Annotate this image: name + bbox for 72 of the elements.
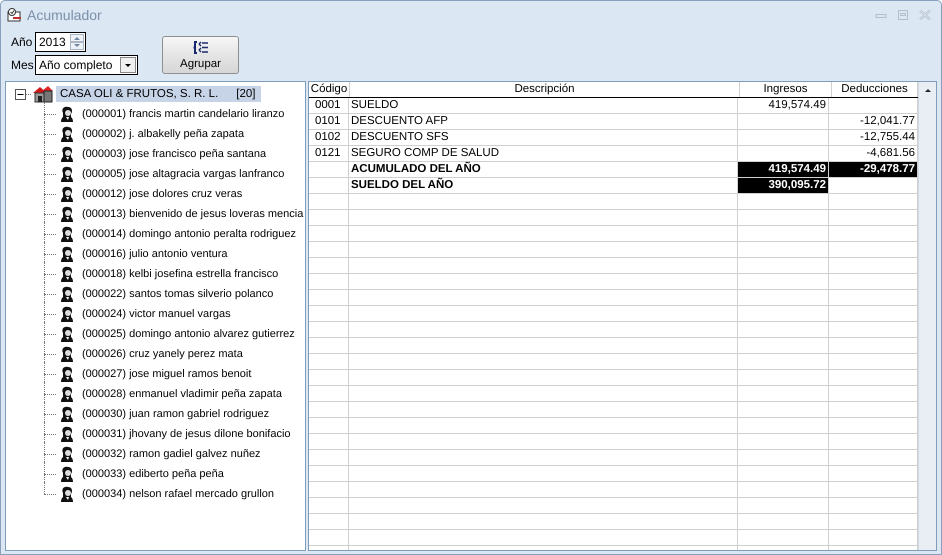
- building-icon: [32, 85, 54, 103]
- table-cell: -29,478.77: [829, 162, 918, 178]
- tree-item[interactable]: (000034) nelson rafael mercado grullon: [80, 487, 276, 501]
- year-label: Año: [11, 35, 31, 49]
- table-cell: 419,574.49: [738, 98, 829, 114]
- person-icon: [60, 106, 74, 122]
- table-cell: SEGURO COMP DE SALUD: [349, 146, 738, 162]
- tree-root-item[interactable]: CASA OLI & FRUTOS, S. R. L. [20]: [56, 86, 262, 102]
- table-cell: 0101: [309, 114, 349, 130]
- collapse-icon[interactable]: [15, 88, 26, 100]
- empty-cell: [309, 178, 349, 194]
- person-icon: [60, 486, 74, 502]
- window-title: Acumulador: [27, 7, 102, 23]
- tree-item[interactable]: (000003) jose francisco peña santana: [80, 147, 268, 161]
- app-icon: [7, 8, 23, 22]
- column-header[interactable]: Descripción: [350, 82, 740, 97]
- tree-item[interactable]: (000013) bienvenido de jesus loveras mencia: [80, 207, 306, 221]
- column-header[interactable]: Ingresos: [740, 82, 832, 97]
- tree-item[interactable]: (000005) jose altagracia vargas lanfranco: [80, 167, 286, 181]
- tree-item[interactable]: (000027) jose miguel ramos benoit: [80, 367, 254, 381]
- tree-item[interactable]: (000016) julio antonio ventura: [80, 247, 230, 261]
- person-icon: [60, 346, 74, 362]
- tree-item[interactable]: (000026) cruz yanely perez mata: [80, 347, 245, 361]
- person-icon: [60, 386, 74, 402]
- person-icon: [60, 206, 74, 222]
- person-icon: [60, 226, 74, 242]
- table-cell: 0121: [309, 146, 349, 162]
- tree-item[interactable]: (000031) jhovany de jesus dilone bonifacio: [80, 427, 293, 441]
- month-dropdown[interactable]: Año completo: [35, 55, 138, 75]
- person-icon: [60, 146, 74, 162]
- tree-item[interactable]: (000033) ediberto peña peña: [80, 467, 226, 481]
- tree-item[interactable]: (000002) j. albakelly peña zapata: [80, 127, 246, 141]
- tree-item[interactable]: (000025) domingo antonio alvarez gutierrez: [80, 327, 297, 341]
- tree-item[interactable]: (000022) santos tomas silverio polanco: [80, 287, 276, 301]
- tree-item[interactable]: (000018) kelbi josefina estrella francisco: [80, 267, 280, 281]
- person-icon: [60, 306, 74, 322]
- person-icon: [60, 406, 74, 422]
- person-icon: [60, 266, 74, 282]
- person-icon: [60, 426, 74, 442]
- table-cell: SUELDO DEL AÑO: [349, 178, 738, 194]
- column-header[interactable]: Código: [309, 82, 350, 97]
- table-cell: 390,095.72: [738, 178, 829, 194]
- tree-item[interactable]: (000012) jose dolores cruz veras: [80, 187, 244, 201]
- tree-item[interactable]: (000030) juan ramon gabriel rodriguez: [80, 407, 272, 421]
- tree-item[interactable]: (000024) victor manuel vargas: [80, 307, 233, 321]
- table-cell: 419,574.49: [738, 162, 829, 178]
- person-icon: [60, 326, 74, 342]
- person-icon: [60, 446, 74, 462]
- person-icon: [60, 466, 74, 482]
- person-icon: [60, 286, 74, 302]
- grouping-icon: [192, 40, 208, 54]
- person-icon: [60, 366, 74, 382]
- tree-item[interactable]: (000032) ramon gadiel galvez nuñez: [80, 447, 263, 461]
- year-spinner[interactable]: 2013: [35, 32, 86, 52]
- table-cell: DESCUENTO AFP: [349, 114, 738, 130]
- tree-item[interactable]: (000001) francis martin candelario liranzo: [80, 107, 286, 121]
- person-icon: [60, 186, 74, 202]
- table-cell: DESCUENTO SFS: [349, 130, 738, 146]
- month-label: Mes: [11, 58, 31, 72]
- table-cell: ACUMULADO DEL AÑO: [349, 162, 738, 178]
- spin-arrows-icon[interactable]: [70, 34, 84, 50]
- table-cell: 0001: [309, 98, 349, 114]
- person-icon: [60, 246, 74, 262]
- person-icon: [60, 126, 74, 142]
- empty-cell: [309, 162, 349, 178]
- table-cell: SUELDO: [349, 98, 738, 114]
- person-icon: [60, 166, 74, 182]
- tree-item[interactable]: (000028) enmanuel vladimir peña zapata: [80, 387, 284, 401]
- group-button[interactable]: Agrupar: [162, 36, 239, 74]
- table-cell: 0102: [309, 130, 349, 146]
- scrollbar[interactable]: [918, 82, 936, 550]
- tree-item[interactable]: (000014) domingo antonio peralta rodriguez: [80, 227, 298, 241]
